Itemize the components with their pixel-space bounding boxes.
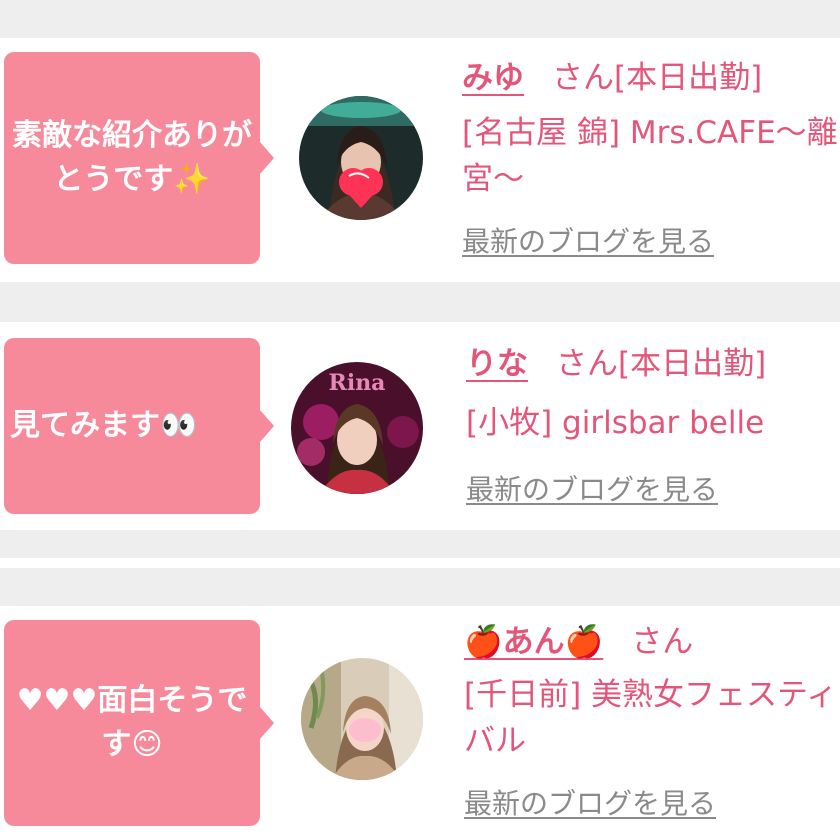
comment-bubble: 素敵な紹介ありがとうです✨: [4, 52, 274, 264]
avatar[interactable]: [299, 96, 423, 220]
honorific-status: さん[本日出勤]: [556, 346, 767, 382]
comment-bubble: ♥♥♥面白そうです😊: [4, 620, 274, 826]
latest-blog-link[interactable]: 最新のブログを見る: [466, 472, 718, 508]
latest-blog-link[interactable]: 最新のブログを見る: [462, 224, 714, 260]
comment-bubble: 見てみます👀: [4, 338, 274, 514]
honorific-status: さん: [631, 624, 694, 660]
cast-name-link[interactable]: みゆ: [462, 60, 524, 96]
list-item: 素敵な紹介ありがとうです✨ みゆ さん[本日出勤] [名古屋 錦] Mrs.CAF…: [0, 38, 840, 282]
avatar-photo-icon: Rina: [291, 362, 423, 494]
comment-text: 見てみます👀: [10, 408, 198, 443]
comment-text: ♥♥♥面白そうです😊: [16, 683, 248, 762]
hearts-icon: ♥♥♥: [16, 683, 98, 718]
separator: [0, 282, 840, 322]
list-item: 見てみます👀 Rina りな さん[本日出勤] [小牧] girlsbar bel…: [0, 322, 840, 530]
cast-name-link[interactable]: 🍎あん🍎: [464, 624, 603, 660]
avatar-photo-icon: [301, 658, 423, 780]
avatar[interactable]: Rina: [291, 362, 423, 494]
shop-info: [千日前] 美熟女フェスティバル: [464, 677, 838, 759]
separator: [0, 0, 840, 38]
name-line: 🍎あん🍎 さん: [464, 622, 693, 662]
name-line: みゆ さん[本日出勤]: [462, 58, 762, 98]
honorific-status: さん[本日出勤]: [552, 60, 763, 96]
list-item: ♥♥♥面白そうです😊 🍎あん🍎 さん [千日前] 美熟女フェスティバル 最新のブロ…: [0, 606, 840, 840]
cast-name-link[interactable]: りな: [466, 346, 528, 382]
avatar-text: Rina: [329, 370, 386, 396]
separator-gap: [0, 558, 840, 568]
separator: [0, 530, 840, 606]
comment-text: 素敵な紹介ありがとうです✨: [12, 118, 252, 197]
avatar-photo-icon: [299, 96, 423, 220]
latest-blog-link[interactable]: 最新のブログを見る: [464, 786, 716, 822]
avatar[interactable]: [301, 658, 423, 780]
name-line: りな さん[本日出勤]: [466, 344, 766, 384]
shop-info: [名古屋 錦] Mrs.CAFE～離宮～: [462, 115, 838, 197]
shop-info: [小牧] girlsbar belle: [466, 405, 765, 441]
